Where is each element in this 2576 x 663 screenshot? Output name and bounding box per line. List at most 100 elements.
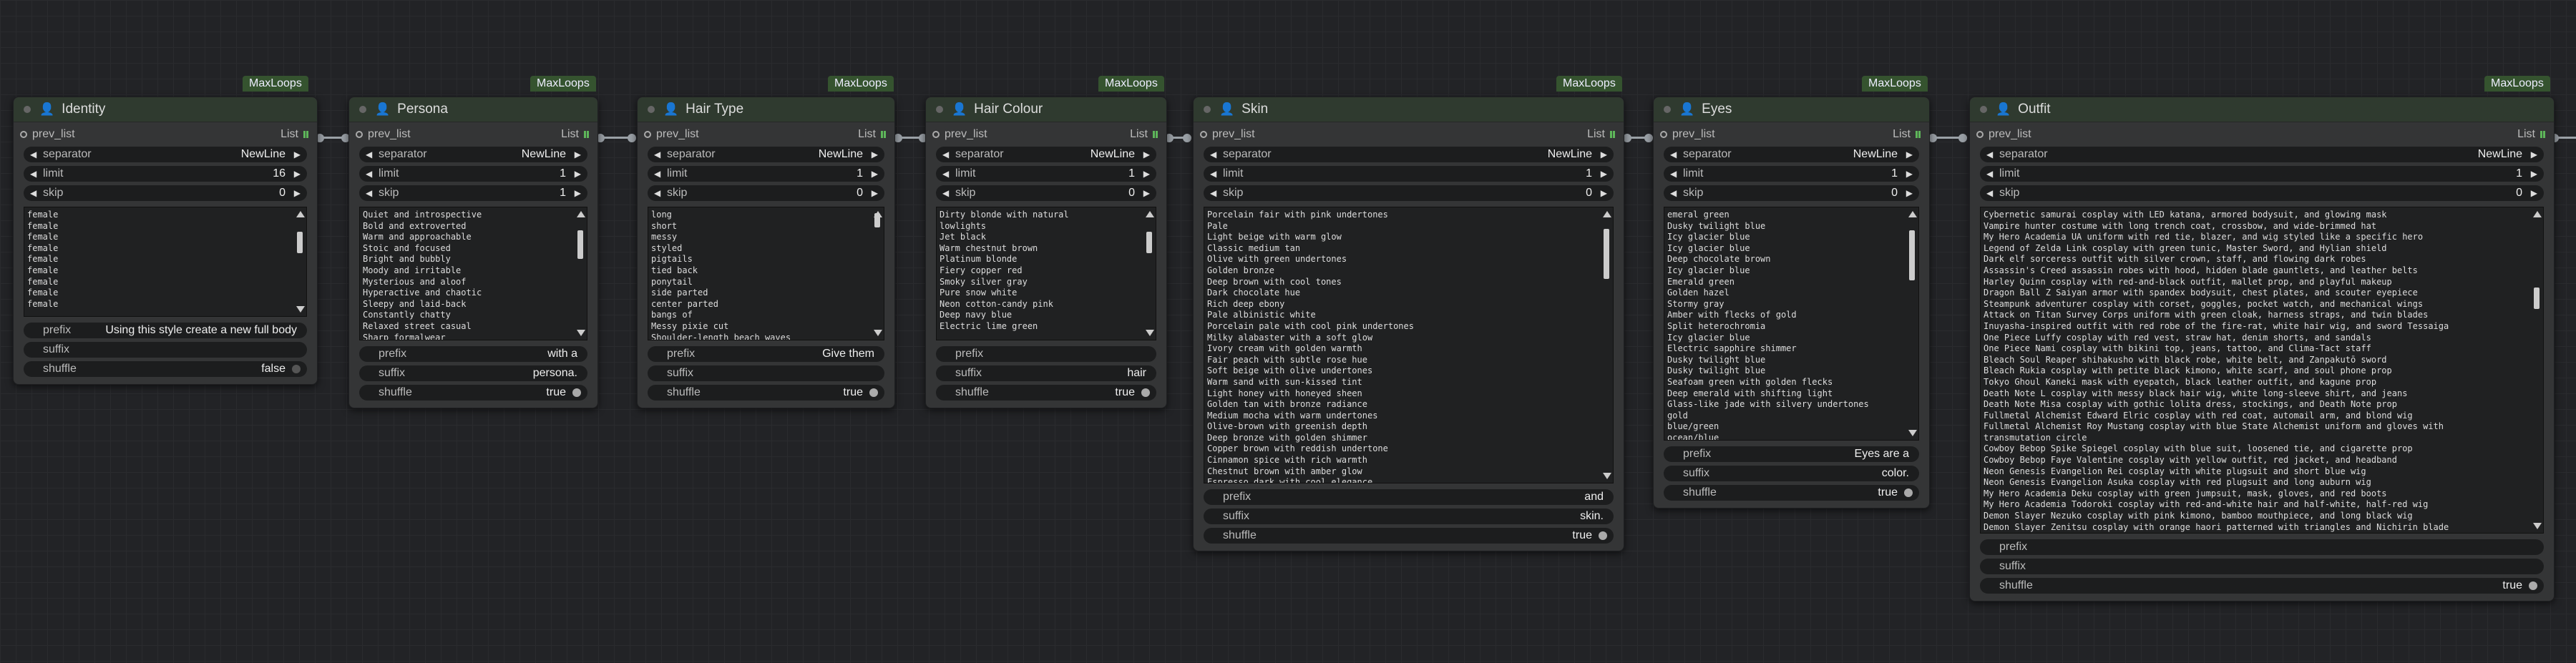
increment-arrow-icon[interactable]: ▶ xyxy=(2531,166,2537,182)
scroll-up-icon[interactable] xyxy=(1146,211,1154,217)
scroll-thumb[interactable] xyxy=(1909,230,1915,280)
skip-widget[interactable]: ◀ skip 0 ▶ xyxy=(648,185,884,201)
list-textarea[interactable]: Dirty blonde with natural lowlights Jet bl… xyxy=(936,207,1156,340)
node-identity[interactable]: 👤 Identity prev_list List ◀ separator New… xyxy=(13,97,318,385)
increment-arrow-icon[interactable]: ▶ xyxy=(2531,185,2537,201)
increment-arrow-icon[interactable]: ▶ xyxy=(1906,166,1913,182)
textarea-scrollbar[interactable] xyxy=(1907,209,1917,438)
shuffle-toggle[interactable]: shuffle true xyxy=(1204,528,1614,544)
input-slot[interactable] xyxy=(1200,131,1207,138)
limit-widget[interactable]: ◀ limit 1 ▶ xyxy=(1204,166,1614,182)
decrement-arrow-icon[interactable]: ◀ xyxy=(1210,166,1216,182)
decrement-arrow-icon[interactable]: ◀ xyxy=(654,185,660,201)
node-skin[interactable]: 👤 Skin prev_list List ◀ separator NewLine… xyxy=(1193,97,1624,551)
scroll-thumb[interactable] xyxy=(297,232,303,253)
limit-widget[interactable]: ◀ limit 1 ▶ xyxy=(1664,166,1919,182)
suffix-field[interactable]: suffix persona. xyxy=(359,365,587,381)
scroll-thumb[interactable] xyxy=(577,230,583,259)
collapse-dot[interactable] xyxy=(359,105,366,113)
decrement-arrow-icon[interactable]: ◀ xyxy=(654,147,660,162)
increment-arrow-icon[interactable]: ▶ xyxy=(1906,147,1913,162)
increment-arrow-icon[interactable]: ▶ xyxy=(872,147,878,162)
toggle-knob[interactable] xyxy=(1141,388,1150,397)
scroll-thumb[interactable] xyxy=(874,213,880,227)
decrement-arrow-icon[interactable]: ◀ xyxy=(942,166,949,182)
node-title-bar[interactable]: 👤 Identity xyxy=(14,97,317,122)
limit-widget[interactable]: ◀ limit 1 ▶ xyxy=(359,166,587,182)
decrement-arrow-icon[interactable]: ◀ xyxy=(942,185,949,201)
input-slot[interactable] xyxy=(356,131,363,138)
increment-arrow-icon[interactable]: ▶ xyxy=(1143,166,1150,182)
list-textarea[interactable]: Quiet and introspective Bold and extrover… xyxy=(359,207,587,340)
scroll-down-icon[interactable] xyxy=(1146,330,1154,336)
toggle-knob[interactable] xyxy=(2529,581,2537,590)
separator-widget[interactable]: ◀ separator NewLine ▶ xyxy=(1664,147,1919,162)
skip-widget[interactable]: ◀ skip 0 ▶ xyxy=(1664,185,1919,201)
toggle-knob[interactable] xyxy=(869,388,878,397)
prefix-field[interactable]: prefix and xyxy=(1204,489,1614,505)
decrement-arrow-icon[interactable]: ◀ xyxy=(1986,147,1993,162)
prefix-field[interactable]: prefix xyxy=(936,346,1156,362)
textarea-scrollbar[interactable] xyxy=(872,209,882,338)
shuffle-toggle[interactable]: shuffle false xyxy=(24,361,307,377)
decrement-arrow-icon[interactable]: ◀ xyxy=(366,166,372,182)
decrement-arrow-icon[interactable]: ◀ xyxy=(654,166,660,182)
node-title-bar[interactable]: 👤 Outfit xyxy=(1970,97,2554,122)
increment-arrow-icon[interactable]: ▶ xyxy=(294,147,301,162)
increment-arrow-icon[interactable]: ▶ xyxy=(1601,147,1607,162)
scroll-down-icon[interactable] xyxy=(2533,523,2542,529)
separator-widget[interactable]: ◀ separator NewLine ▶ xyxy=(1980,147,2544,162)
node-persona[interactable]: 👤 Persona prev_list List ◀ separator NewL… xyxy=(348,97,598,408)
limit-widget[interactable]: ◀ limit 16 ▶ xyxy=(24,166,307,182)
separator-widget[interactable]: ◀ separator NewLine ▶ xyxy=(359,147,587,162)
increment-arrow-icon[interactable]: ▶ xyxy=(575,166,581,182)
collapse-dot[interactable] xyxy=(936,105,943,113)
limit-widget[interactable]: ◀ limit 1 ▶ xyxy=(648,166,884,182)
toggle-knob[interactable] xyxy=(1599,531,1607,540)
decrement-arrow-icon[interactable]: ◀ xyxy=(30,147,36,162)
shuffle-toggle[interactable]: shuffle true xyxy=(1664,485,1919,501)
textarea-scrollbar[interactable] xyxy=(575,209,585,338)
skip-widget[interactable]: ◀ skip 0 ▶ xyxy=(936,185,1156,201)
node-title-bar[interactable]: 👤 Hair Type xyxy=(638,97,894,122)
list-output-slot[interactable] xyxy=(1153,131,1160,138)
prefix-field[interactable]: prefix with a xyxy=(359,346,587,362)
increment-arrow-icon[interactable]: ▶ xyxy=(1601,185,1607,201)
suffix-field[interactable]: suffix xyxy=(648,365,884,381)
node-title-bar[interactable]: 👤 Hair Colour xyxy=(926,97,1166,122)
textarea-scrollbar[interactable] xyxy=(1601,209,1611,481)
suffix-field[interactable]: suffix color. xyxy=(1664,466,1919,481)
scroll-up-icon[interactable] xyxy=(2533,211,2542,217)
increment-arrow-icon[interactable]: ▶ xyxy=(1143,147,1150,162)
scroll-down-icon[interactable] xyxy=(874,330,882,336)
node-title-bar[interactable]: 👤 Eyes xyxy=(1654,97,1929,122)
prefix-field[interactable]: prefix Eyes are a xyxy=(1664,446,1919,462)
input-slot[interactable] xyxy=(644,131,651,138)
collapse-dot[interactable] xyxy=(24,105,31,113)
suffix-field[interactable]: suffix xyxy=(1980,559,2544,574)
scroll-thumb[interactable] xyxy=(1146,232,1152,253)
decrement-arrow-icon[interactable]: ◀ xyxy=(942,147,949,162)
increment-arrow-icon[interactable]: ▶ xyxy=(575,147,581,162)
scroll-thumb[interactable] xyxy=(2534,288,2540,309)
decrement-arrow-icon[interactable]: ◀ xyxy=(1986,185,1993,201)
list-output-slot[interactable] xyxy=(881,131,888,138)
scroll-thumb[interactable] xyxy=(1604,229,1609,279)
textarea-scrollbar[interactable] xyxy=(1144,209,1154,338)
decrement-arrow-icon[interactable]: ◀ xyxy=(1670,166,1677,182)
increment-arrow-icon[interactable]: ▶ xyxy=(1143,185,1150,201)
scroll-up-icon[interactable] xyxy=(1603,211,1611,217)
toggle-knob[interactable] xyxy=(572,388,581,397)
scroll-up-icon[interactable] xyxy=(1908,211,1917,217)
decrement-arrow-icon[interactable]: ◀ xyxy=(1670,147,1677,162)
collapse-dot[interactable] xyxy=(1664,105,1671,113)
node-eyes[interactable]: 👤 Eyes prev_list List ◀ separator NewLine… xyxy=(1653,97,1930,509)
node-hair-colour[interactable]: 👤 Hair Colour prev_list List ◀ separator … xyxy=(925,97,1167,408)
scroll-down-icon[interactable] xyxy=(1908,430,1917,436)
shuffle-toggle[interactable]: shuffle true xyxy=(648,385,884,401)
prefix-field[interactable]: prefix xyxy=(1980,539,2544,555)
toggle-knob[interactable] xyxy=(1904,488,1913,497)
node-title-bar[interactable]: 👤 Skin xyxy=(1194,97,1624,122)
list-output-slot[interactable] xyxy=(303,131,311,138)
list-output-slot[interactable] xyxy=(1610,131,1617,138)
